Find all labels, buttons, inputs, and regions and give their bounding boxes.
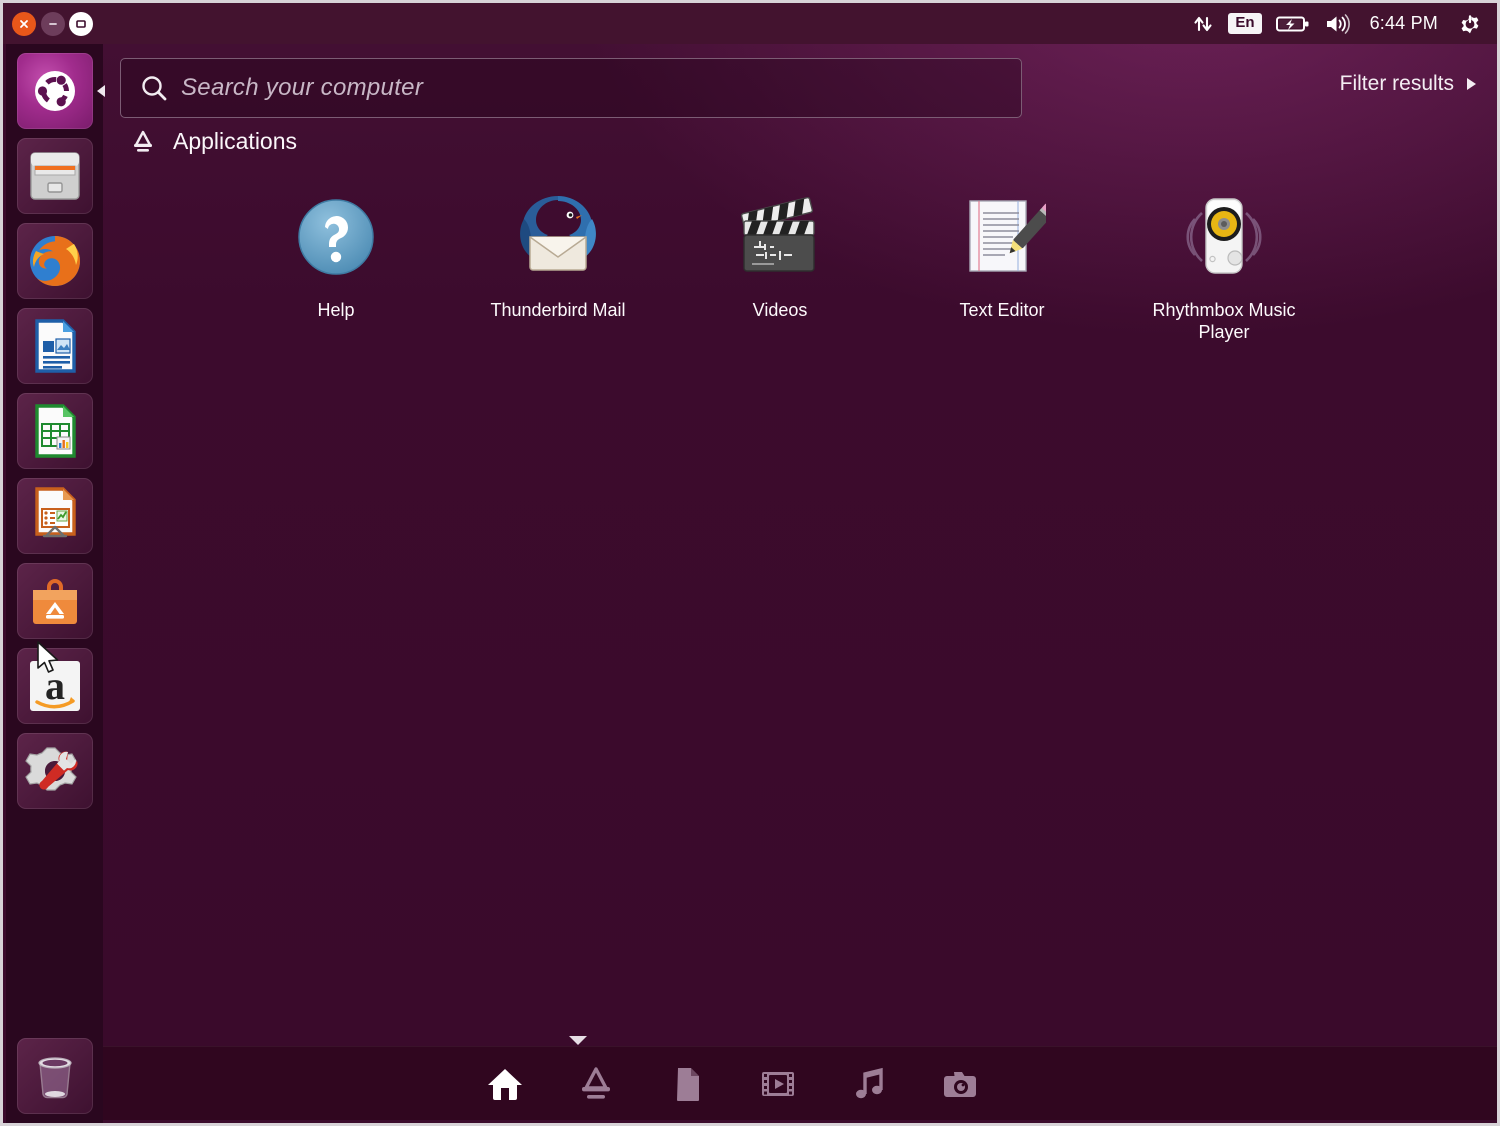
session-indicator[interactable]	[1458, 12, 1482, 36]
search-input[interactable]: Search your computer	[120, 58, 1022, 118]
software-center-icon	[32, 579, 77, 624]
clock-label: 6:44 PM	[1369, 13, 1438, 33]
result-item-help[interactable]: Help	[225, 189, 447, 343]
launcher-item-libreoffice-impress[interactable]	[16, 478, 93, 554]
keyboard-indicator[interactable]: En	[1228, 13, 1262, 34]
result-item-rhythmbox[interactable]: Rhythmbox Music Player	[1113, 189, 1335, 343]
launcher-item-files[interactable]	[16, 138, 93, 214]
active-lens-pointer-icon	[569, 1036, 587, 1045]
thunderbird-icon	[520, 196, 596, 271]
launcher-dash-pointer-icon	[96, 85, 105, 97]
launcher-item-firefox[interactable]	[16, 223, 93, 299]
rhythmbox-icon-wrap	[1176, 189, 1272, 285]
photos-lens-icon	[944, 1071, 976, 1097]
lens-photos[interactable]	[938, 1062, 982, 1106]
launcher-item-libreoffice-writer[interactable]	[16, 308, 93, 384]
battery-charging-icon	[1275, 16, 1309, 31]
top-panel: En 6:44 PM	[3, 3, 1497, 44]
home-lens-icon	[488, 1068, 522, 1100]
filter-results-label: Filter results	[1339, 72, 1454, 95]
network-arrows-icon	[1194, 16, 1212, 31]
text-editor-icon	[969, 200, 1046, 272]
result-item-videos[interactable]: Videos	[669, 189, 891, 343]
trash-icon	[38, 1057, 72, 1099]
launcher-item-libreoffice-calc[interactable]	[16, 393, 93, 469]
applications-lens-icon	[582, 1066, 610, 1099]
close-icon	[20, 20, 28, 28]
category-header: Applications	[130, 128, 297, 155]
lens-home[interactable]	[483, 1062, 527, 1106]
launcher-bfb-ubuntu-button[interactable]	[16, 53, 105, 129]
category-title: Applications	[173, 128, 298, 154]
thunderbird-icon-wrap	[510, 189, 606, 285]
result-item-thunderbird[interactable]: Thunderbird Mail	[447, 189, 669, 343]
ubuntu-logo-icon	[34, 71, 75, 111]
chevron-right-icon	[1467, 78, 1476, 90]
videos-clapperboard-icon	[740, 196, 815, 272]
lens-list	[483, 1047, 982, 1120]
rhythmbox-icon	[1186, 198, 1262, 274]
volume-icon	[1326, 13, 1350, 34]
sound-indicator[interactable]	[1324, 13, 1350, 35]
result-label: Text Editor	[959, 300, 1045, 320]
result-label: Videos	[752, 300, 808, 320]
text-editor-icon-wrap	[954, 189, 1050, 285]
help-icon-wrap	[288, 189, 384, 285]
keyboard-layout-label: En	[1228, 13, 1262, 34]
clock-indicator[interactable]: 6:44 PM	[1364, 13, 1444, 34]
filter-results-button[interactable]: Filter results	[1340, 72, 1476, 96]
results-grid: Help Thunderbird Mail Videos Text Editor…	[225, 189, 1335, 343]
result-label: Help	[317, 300, 355, 320]
maximize-icon	[76, 20, 86, 28]
firefox-icon	[29, 236, 80, 287]
applications-lens-icon	[134, 130, 152, 152]
search-placeholder-text: Search your computer	[181, 74, 424, 101]
window-minimize-button[interactable]	[41, 12, 65, 36]
video-lens-icon	[762, 1071, 794, 1096]
launcher-item-trash[interactable]	[17, 1038, 93, 1114]
help-icon	[298, 199, 374, 275]
lens-video[interactable]	[756, 1062, 800, 1106]
gear-power-icon	[1461, 14, 1479, 33]
panel-indicators: En 6:44 PM	[1185, 3, 1489, 44]
network-indicator[interactable]	[1192, 13, 1214, 35]
system-settings-icon	[24, 747, 77, 791]
libreoffice-impress-icon	[34, 487, 76, 538]
result-label: Rhythmbox Music Player	[1152, 300, 1296, 342]
files-cabinet-icon	[29, 152, 80, 200]
lens-files[interactable]	[665, 1062, 709, 1106]
result-label: Thunderbird Mail	[490, 300, 626, 320]
window-close-button[interactable]	[12, 12, 36, 36]
unity-dash: Search your computer Filter results Appl…	[103, 44, 1497, 1053]
lens-applications[interactable]	[574, 1062, 618, 1106]
desktop-screen: En 6:44 PM a Search your computer Filter…	[0, 0, 1500, 1126]
result-item-text-editor[interactable]: Text Editor	[891, 189, 1113, 343]
launcher-item-software-center[interactable]	[16, 563, 93, 639]
search-icon	[142, 76, 167, 101]
dash-lens-bar	[103, 1036, 1497, 1120]
files-lens-icon	[677, 1067, 699, 1101]
videos-icon-wrap	[732, 189, 828, 285]
libreoffice-writer-icon	[34, 319, 76, 373]
minimize-icon	[49, 23, 57, 25]
battery-indicator[interactable]	[1275, 14, 1310, 34]
mouse-cursor-icon	[37, 641, 59, 673]
libreoffice-calc-icon	[34, 404, 76, 458]
music-lens-icon	[856, 1067, 883, 1098]
window-maximize-button[interactable]	[69, 12, 93, 36]
launcher-item-system-settings[interactable]	[16, 733, 93, 809]
unity-launcher: a	[6, 44, 105, 1123]
lens-music[interactable]	[847, 1062, 891, 1106]
